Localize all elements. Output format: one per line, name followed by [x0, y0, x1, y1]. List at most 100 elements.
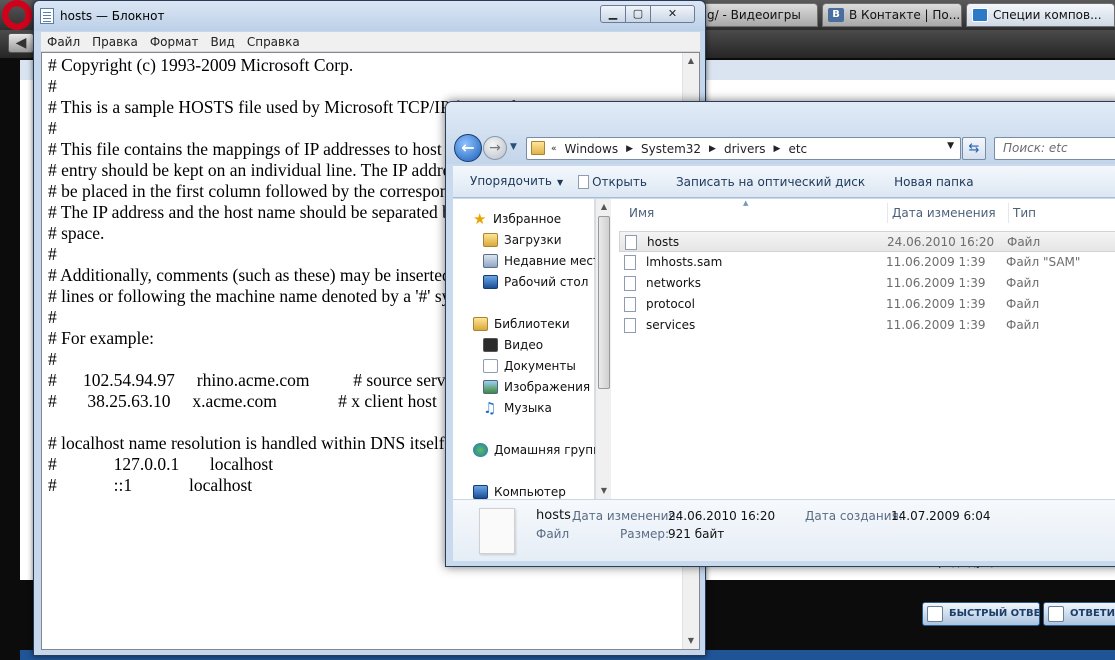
search-input[interactable]: Поиск: etc	[994, 137, 1115, 160]
file-name: services	[646, 318, 696, 332]
file-name: hosts	[647, 235, 680, 249]
nav-images[interactable]: Изображения	[483, 377, 595, 397]
file-thumbnail-icon	[479, 508, 515, 554]
address-bar[interactable]: « Windows ▶ System32 ▶ drivers ▶ etc ▼	[526, 137, 961, 160]
file-row-services[interactable]: services 11.06.2009 1:39 Файл	[619, 315, 1115, 336]
menu-format[interactable]: Формат	[144, 32, 205, 52]
browser-back-button[interactable]: ◀	[8, 33, 34, 53]
file-type: Файл	[1006, 276, 1040, 290]
editor-line[interactable]: # Copyright (c) 1993-2009 Microsoft Corp…	[48, 55, 678, 76]
downloads-folder-icon	[483, 233, 498, 247]
vk-favicon-icon: B	[828, 8, 844, 22]
new-folder-label: Новая папка	[894, 174, 974, 189]
scroll-up-icon[interactable]: ▲	[683, 53, 699, 69]
new-folder-button[interactable]: Новая папка	[877, 167, 985, 197]
explorer-body: ★ Избранное Загрузки Недавние места Рабо…	[453, 199, 1115, 499]
scroll-down-icon[interactable]: ▼	[596, 483, 612, 499]
nav-favorites[interactable]: ★ Избранное	[473, 209, 593, 229]
refresh-button[interactable]: ⇆	[962, 137, 986, 160]
nav-label: Недавние места	[504, 254, 595, 268]
details-kind: Файл	[536, 527, 570, 541]
chevron-right-icon[interactable]: ▶	[622, 144, 637, 154]
menu-edit[interactable]: Правка	[86, 32, 144, 52]
file-row-protocol[interactable]: protocol 11.06.2009 1:39 Файл	[619, 294, 1115, 315]
scroll-up-icon[interactable]: ▲	[596, 199, 612, 215]
menu-help[interactable]: Справка	[241, 32, 306, 52]
chevron-right-icon[interactable]: ▶	[770, 144, 785, 154]
nav-libraries[interactable]: Библиотеки	[473, 314, 595, 334]
breadcrumb-etc[interactable]: etc	[784, 142, 811, 156]
star-icon: ★	[473, 210, 487, 228]
reply-label: ОТВЕТИТЬ	[1070, 608, 1115, 619]
window-title: hosts — Блокнот	[60, 9, 165, 23]
file-type: Файл	[1006, 318, 1040, 332]
chevron-down-icon[interactable]: ▼	[947, 141, 954, 151]
nav-documents[interactable]: Документы	[483, 356, 595, 376]
breadcrumb-windows[interactable]: Windows	[561, 142, 623, 156]
column-date-modified[interactable]: Дата изменения	[892, 203, 996, 223]
burn-disc-button[interactable]: Записать на оптический диск	[659, 167, 877, 197]
file-row-lmhosts[interactable]: lmhosts.sam 11.06.2009 1:39 Файл "SAM"	[619, 252, 1115, 273]
browser-tab-videogames[interactable]: g/ - Видеоигры	[700, 3, 818, 27]
file-icon	[624, 276, 636, 291]
opera-logo-icon[interactable]	[2, 0, 32, 30]
quick-reply-button[interactable]: БЫСТРЫЙ ОТВЕТ	[922, 602, 1040, 626]
column-type[interactable]: Тип	[1013, 203, 1036, 223]
nav-downloads[interactable]: Загрузки	[483, 230, 595, 250]
homegroup-icon	[473, 443, 488, 457]
nav-label: Рабочий стол	[504, 275, 589, 289]
details-created-value: 14.07.2009 6:04	[891, 509, 991, 523]
file-name: lmhosts.sam	[646, 255, 723, 269]
nav-label: Избранное	[493, 212, 562, 226]
organize-button[interactable]: Упорядочить ▼	[453, 166, 575, 198]
back-arrow-icon[interactable]: ←	[454, 134, 482, 162]
menu-file[interactable]: Файл	[41, 32, 86, 52]
column-divider[interactable]	[1008, 203, 1009, 223]
nav-homegroup[interactable]: Домашняя группа	[473, 440, 595, 460]
column-name[interactable]: Имя	[629, 203, 654, 223]
notepad-titlebar[interactable]: hosts — Блокнот ▁ ▢ ✕	[34, 1, 705, 31]
details-size-label: Размер:	[620, 527, 670, 541]
file-row-hosts[interactable]: hosts 24.06.2010 16:20 Файл	[619, 231, 1115, 252]
file-type: Файл	[1007, 235, 1041, 249]
breadcrumb-drivers[interactable]: drivers	[720, 142, 770, 156]
history-dropdown-icon[interactable]: ▼	[510, 142, 522, 154]
open-button[interactable]: Открыть	[575, 167, 659, 197]
browser-tab-specs[interactable]: Специи компов...	[966, 3, 1115, 27]
organize-label: Упорядочить	[470, 173, 552, 188]
nav-label: Документы	[504, 359, 576, 373]
browser-tab-vkontakte[interactable]: B В Контакте | По...	[822, 3, 962, 27]
nav-recent[interactable]: Недавние места	[483, 251, 595, 271]
file-icon	[624, 318, 636, 333]
maximize-button[interactable]: ▢	[626, 5, 651, 23]
menu-view[interactable]: Вид	[205, 32, 241, 52]
nav-pane-scrollbar[interactable]: ▲ ▼	[595, 199, 611, 499]
forward-arrow-icon[interactable]: →	[483, 136, 507, 160]
reply-button[interactable]: ОТВЕТИТЬ	[1043, 602, 1115, 626]
nav-music[interactable]: ♫ Музыка	[483, 398, 595, 418]
file-date: 11.06.2009 1:39	[886, 297, 986, 311]
minimize-button[interactable]: ▁	[600, 5, 626, 23]
breadcrumb-system32[interactable]: System32	[637, 142, 705, 156]
overflow-chevron-icon[interactable]: «	[547, 144, 561, 154]
file-date: 24.06.2010 16:20	[887, 235, 995, 249]
chevron-right-icon[interactable]: ▶	[705, 144, 720, 154]
file-row-networks[interactable]: networks 11.06.2009 1:39 Файл	[619, 273, 1115, 294]
column-divider[interactable]	[887, 203, 888, 223]
tab-favicon-icon	[972, 8, 988, 22]
nav-video[interactable]: Видео	[483, 335, 595, 355]
quick-reply-label: БЫСТРЫЙ ОТВЕТ	[949, 608, 1040, 619]
file-icon	[625, 235, 637, 250]
close-button[interactable]: ✕	[651, 5, 695, 23]
scroll-down-icon[interactable]: ▼	[683, 633, 699, 649]
notepad-app-icon[interactable]	[40, 8, 54, 24]
file-icon	[624, 297, 636, 312]
reply-icon	[927, 606, 943, 622]
editor-line[interactable]: #	[48, 76, 678, 97]
details-modified-label: Дата изменения:	[572, 509, 680, 523]
tab-label: g/ - Видеоигры	[707, 8, 801, 22]
details-size-value: 921 байт	[668, 527, 725, 541]
nav-desktop[interactable]: Рабочий стол	[483, 272, 595, 292]
reply-icon	[1048, 606, 1064, 622]
scrollbar-thumb[interactable]	[598, 216, 610, 389]
